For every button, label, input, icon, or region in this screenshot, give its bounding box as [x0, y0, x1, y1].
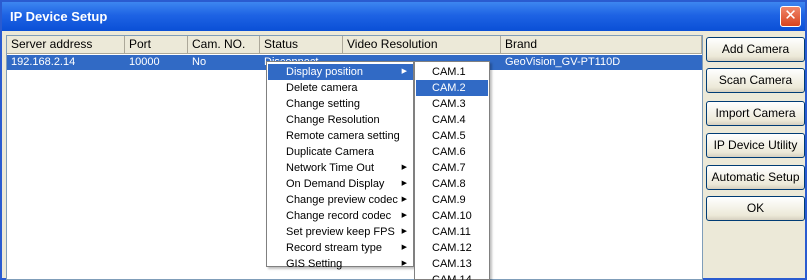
- menu-item-label: On Demand Display: [286, 178, 385, 190]
- menu-item-display-position[interactable]: Display position ▶: [268, 64, 413, 80]
- submenu-item-cam-6[interactable]: CAM.6: [416, 144, 488, 160]
- menu-item-change-preview-codec[interactable]: Change preview codec ▶: [268, 192, 413, 208]
- submenu-item-cam-12[interactable]: CAM.12: [416, 240, 488, 256]
- submenu-item-cam-7[interactable]: CAM.7: [416, 160, 488, 176]
- menu-item-delete-camera[interactable]: Delete camera: [268, 80, 413, 96]
- window-title: IP Device Setup: [10, 9, 108, 24]
- column-header-port[interactable]: Port: [125, 36, 188, 54]
- submenu-arrow-icon: ▶: [401, 196, 407, 203]
- cell-server-address: 192.168.2.14: [11, 56, 76, 68]
- submenu-arrow-icon: ▶: [401, 244, 407, 251]
- menu-item-on-demand-display[interactable]: On Demand Display ▶: [268, 176, 413, 192]
- scan-camera-button[interactable]: Scan Camera: [706, 68, 805, 93]
- menu-item-label: Set preview keep FPS: [286, 226, 395, 238]
- submenu-item-cam-8[interactable]: CAM.8: [416, 176, 488, 192]
- submenu-arrow-icon: ▶: [401, 212, 407, 219]
- menu-item-label: Display position: [286, 66, 364, 78]
- menu-item-label: Remote camera setting: [286, 130, 400, 142]
- cell-cam-no: No: [192, 56, 207, 68]
- add-camera-button[interactable]: Add Camera: [706, 37, 805, 62]
- menu-item-label: Change preview codec: [286, 194, 398, 206]
- menu-item-gis-setting[interactable]: GIS Setting ▶: [268, 256, 413, 272]
- menu-item-set-preview-keep-fps[interactable]: Set preview keep FPS ▶: [268, 224, 413, 240]
- column-header-brand[interactable]: Brand: [501, 36, 702, 54]
- submenu-arrow-icon: ▶: [401, 228, 407, 235]
- ip-device-utility-button[interactable]: IP Device Utility: [706, 133, 805, 158]
- ok-button[interactable]: OK: [706, 196, 805, 221]
- menu-item-label: Change setting: [286, 98, 360, 110]
- submenu-item-cam-5[interactable]: CAM.5: [416, 128, 488, 144]
- column-header-server-address[interactable]: Server address: [7, 36, 125, 54]
- submenu-arrow-icon: ▶: [401, 260, 407, 267]
- column-header-status[interactable]: Status: [260, 36, 343, 54]
- menu-item-label: GIS Setting: [286, 258, 343, 270]
- submenu-arrow-icon: ▶: [401, 180, 407, 187]
- list-header: Server address Port Cam. NO. Status Vide…: [7, 36, 702, 54]
- cell-brand: GeoVision_GV-PT110D: [505, 56, 621, 68]
- menu-item-label: Network Time Out: [286, 162, 375, 174]
- menu-item-label: Change record codec: [286, 210, 392, 222]
- column-header-cam-no[interactable]: Cam. NO.: [188, 36, 260, 54]
- submenu-item-cam-9[interactable]: CAM.9: [416, 192, 488, 208]
- submenu-item-cam-10[interactable]: CAM.10: [416, 208, 488, 224]
- submenu-item-cam-13[interactable]: CAM.13: [416, 256, 488, 272]
- submenu-item-cam-3[interactable]: CAM.3: [416, 96, 488, 112]
- menu-item-record-stream-type[interactable]: Record stream type ▶: [268, 240, 413, 256]
- submenu-arrow-icon: ▶: [401, 164, 407, 171]
- display-position-submenu: CAM.1 CAM.2 CAM.3 CAM.4 CAM.5 CAM.6 CAM.…: [414, 61, 490, 280]
- submenu-item-cam-4[interactable]: CAM.4: [416, 112, 488, 128]
- column-header-video-resolution[interactable]: Video Resolution: [343, 36, 501, 54]
- submenu-item-cam-14[interactable]: CAM.14: [416, 272, 488, 280]
- menu-item-change-setting[interactable]: Change setting: [268, 96, 413, 112]
- menu-item-remote-camera-setting[interactable]: Remote camera setting: [268, 128, 413, 144]
- context-menu: Display position ▶ Delete camera Change s…: [266, 61, 414, 270]
- menu-item-label: Record stream type: [286, 242, 382, 254]
- submenu-arrow-icon: ▶: [401, 68, 407, 75]
- automatic-setup-button[interactable]: Automatic Setup: [706, 165, 805, 190]
- cell-port: 10000: [129, 56, 160, 68]
- submenu-item-cam-1[interactable]: CAM.1: [416, 64, 488, 80]
- menu-item-duplicate-camera[interactable]: Duplicate Camera: [268, 144, 413, 160]
- menu-item-change-record-codec[interactable]: Change record codec ▶: [268, 208, 413, 224]
- menu-item-change-resolution[interactable]: Change Resolution: [268, 112, 413, 128]
- submenu-item-cam-2[interactable]: CAM.2: [416, 80, 488, 96]
- menu-item-network-time-out[interactable]: Network Time Out ▶: [268, 160, 413, 176]
- title-bar[interactable]: IP Device Setup ✕: [2, 2, 805, 31]
- menu-item-label: Delete camera: [286, 82, 358, 94]
- close-icon: ✕: [784, 7, 797, 24]
- close-button[interactable]: ✕: [780, 6, 801, 27]
- import-camera-button[interactable]: Import Camera: [706, 101, 805, 126]
- menu-item-label: Duplicate Camera: [286, 146, 375, 158]
- menu-item-label: Change Resolution: [286, 114, 380, 126]
- submenu-item-cam-11[interactable]: CAM.11: [416, 224, 488, 240]
